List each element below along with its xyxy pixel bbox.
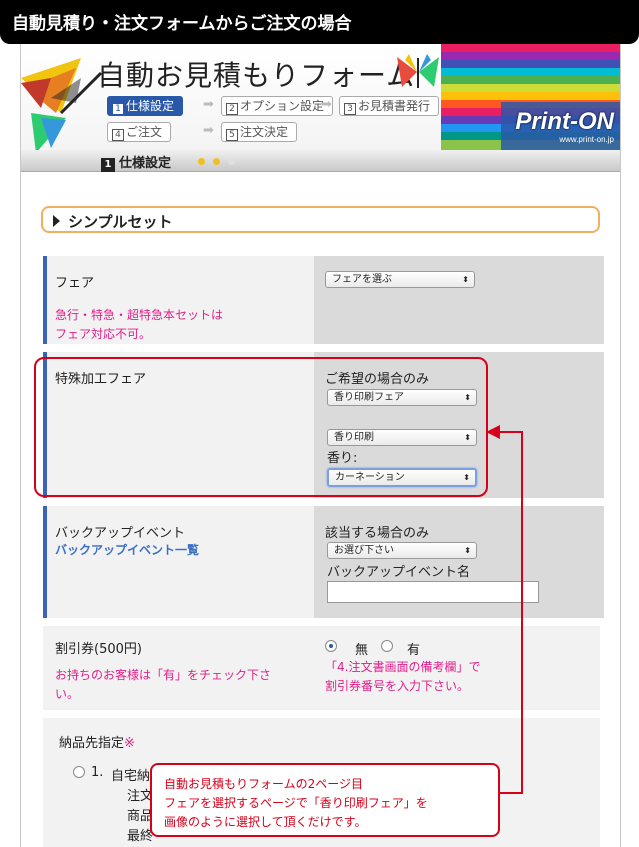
header-title: 自動お見積もりフォーム — [97, 59, 416, 92]
coupon-none-radio[interactable] — [325, 640, 337, 652]
updown-caret-icon: ⬍ — [462, 275, 469, 284]
coupon-right-note: 「4.注文書画面の備考欄」で 割引券番号を入力下さい。 — [325, 660, 481, 693]
brand-logo: Print-ON — [515, 108, 614, 135]
delivery-option-radio[interactable] — [73, 766, 85, 778]
coupon-yes-radio[interactable] — [381, 640, 393, 652]
butterfly-icon — [21, 58, 103, 150]
small-butterfly-icon — [397, 54, 439, 88]
fair-note: 急行・特急・超特急本セットは フェア対応不可。 — [55, 308, 224, 341]
step-4[interactable]: 4 ご注文 — [107, 122, 172, 142]
step-5[interactable]: 5 注文決定 — [221, 122, 298, 142]
instruction-callout: 自動お見積もりフォームの2ページ目 フェアを選択するページで「香り印刷フェア」を… — [150, 763, 500, 837]
banner-title: 自動見積り・注文フォームからご注文の場合 — [0, 0, 639, 44]
highlight-box — [34, 357, 488, 497]
connector-line — [521, 431, 523, 793]
fair-row: フェア 急行・特急・超特急本セットは フェア対応不可。 フェアを選ぶ ⬍ — [43, 256, 604, 344]
backup-event-label: バックアップイベント — [55, 526, 186, 541]
fair-label: フェア — [55, 276, 95, 291]
delivery-option-text: 自宅納 — [111, 769, 151, 784]
updown-caret-icon: ⬍ — [464, 546, 471, 555]
delivery-option-num: 1. — [91, 765, 104, 780]
step-2[interactable]: 2 オプション設定 — [221, 96, 334, 116]
backup-name-label: バックアップイベント名 — [327, 565, 471, 580]
section-header: シンプルセット — [41, 206, 600, 233]
backup-event-select[interactable]: お選び下さい ⬍ — [327, 542, 477, 559]
header-banner: 自動お見積もりフォーム Print-ON www.print-on.jp 1 仕… — [21, 44, 620, 150]
coupon-row: 割引券(500円) お持ちのお客様は「有」をチェック下さ い。 無 有 「4.注… — [43, 626, 600, 710]
arrow-right-icon: ➡ — [321, 97, 332, 112]
delivery-label: 納品先指定※ — [59, 736, 135, 751]
coupon-label: 割引券(500円) — [55, 642, 142, 657]
backup-right-heading: 該当する場合のみ — [325, 526, 430, 541]
progress-dot — [228, 158, 235, 165]
brand-url: www.print-on.jp — [559, 135, 614, 144]
current-step-bar: 1 仕様設定 — [21, 150, 620, 172]
coupon-yes-label: 有 — [407, 643, 421, 658]
backup-event-name-input[interactable] — [327, 581, 539, 603]
arrow-right-icon: ➡ — [203, 97, 214, 112]
triangle-right-icon — [53, 215, 60, 227]
step-3[interactable]: 3 お見積書発行 — [339, 96, 440, 116]
progress-dot — [213, 158, 220, 165]
fair-select[interactable]: フェアを選ぶ ⬍ — [325, 271, 475, 288]
coupon-none-label: 無 — [355, 643, 369, 658]
arrow-left-icon — [486, 425, 500, 439]
connector-line — [500, 431, 522, 433]
backup-event-row: バックアップイベント バックアップイベント一覧 該当する場合のみ お選び下さい ⬍… — [43, 506, 604, 618]
arrow-right-icon: ➡ — [203, 123, 214, 138]
coupon-note: お持ちのお客様は「有」をチェック下さ い。 — [55, 668, 272, 701]
step-1[interactable]: 1 仕様設定 — [107, 96, 184, 116]
connector-line — [500, 792, 523, 794]
backup-event-link[interactable]: バックアップイベント一覧 — [55, 541, 199, 558]
progress-dot — [198, 158, 205, 165]
current-step-label: 1 仕様設定 — [101, 152, 171, 172]
